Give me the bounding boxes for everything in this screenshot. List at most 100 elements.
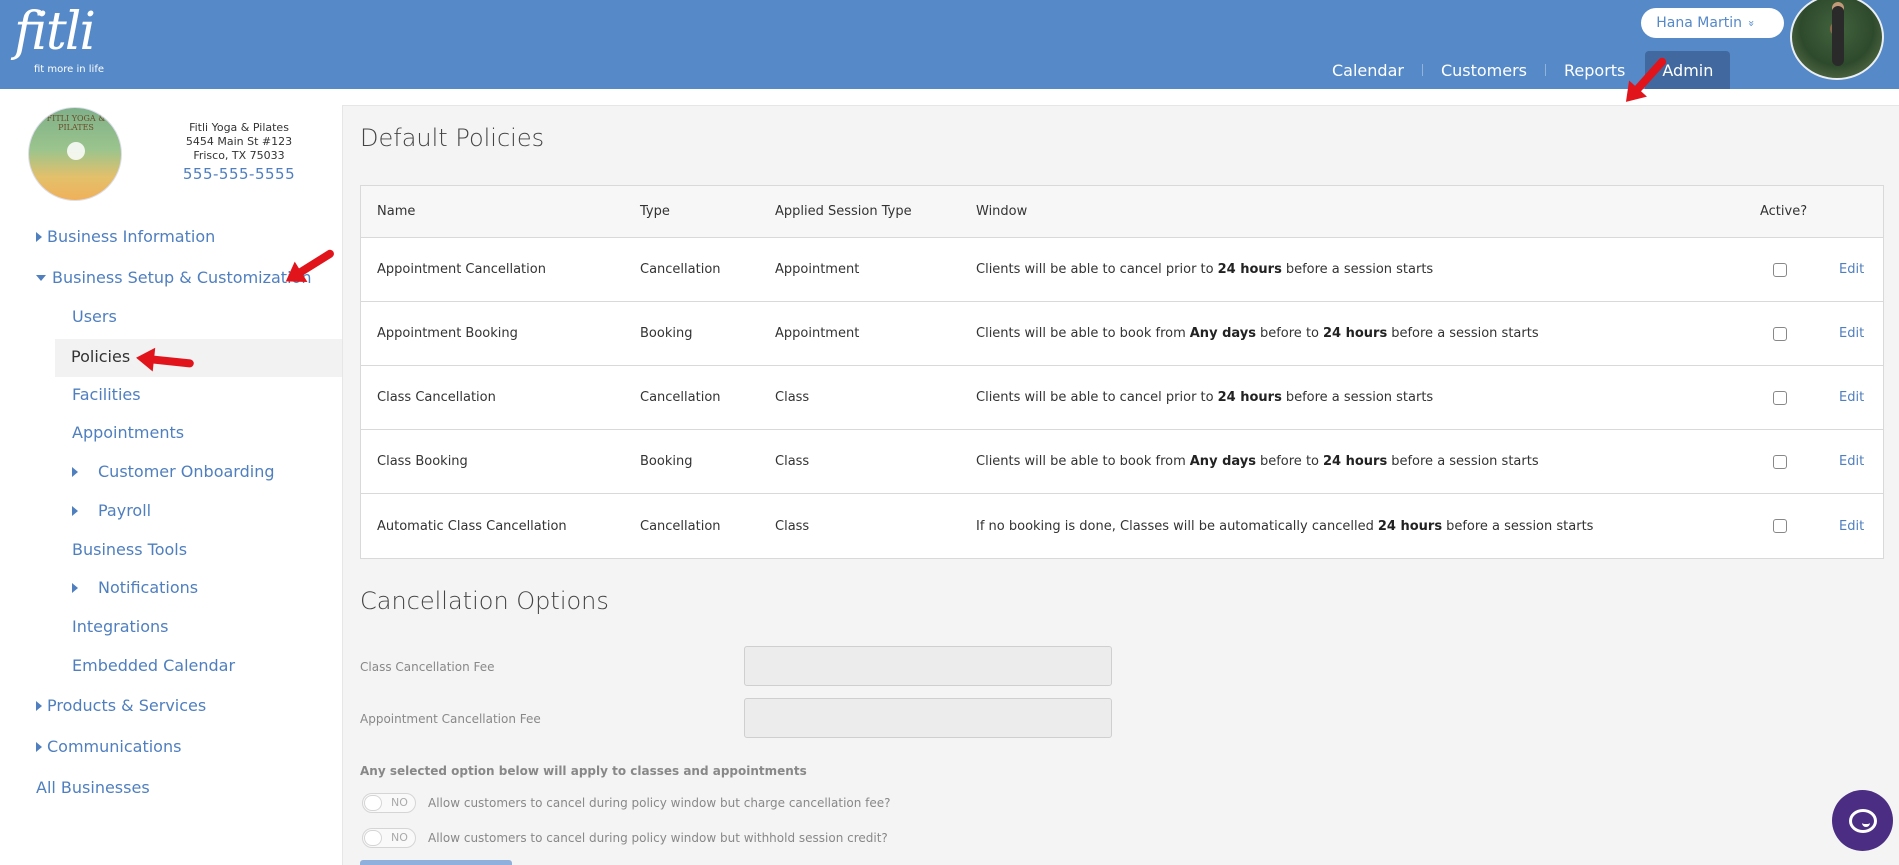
sidebar-item-embedded-calendar[interactable]: Embedded Calendar	[72, 656, 235, 675]
policy-type: Cancellation	[640, 390, 721, 405]
sidebar-item-label: Products & Services	[47, 696, 207, 715]
table-row: Appointment Cancellation Cancellation Ap…	[361, 238, 1883, 302]
business-address-line2: Frisco, TX 75033	[193, 149, 285, 162]
policy-name: Class Booking	[377, 454, 468, 469]
sidebar-item-appointments[interactable]: Appointments	[72, 423, 184, 442]
sidebar-item-integrations[interactable]: Integrations	[72, 617, 169, 636]
policy-window: Clients will be able to book from Any day…	[976, 430, 1539, 493]
caret-right-icon	[72, 505, 78, 516]
active-checkbox[interactable]	[1773, 390, 1787, 405]
edit-link[interactable]: Edit	[1839, 238, 1864, 301]
window-text: before a session starts	[1391, 454, 1539, 469]
toggle-row-charge-fee: NO Allow customers to cancel during poli…	[362, 793, 891, 813]
table-row: Class Cancellation Cancellation Class Cl…	[361, 366, 1883, 430]
save-button[interactable]	[360, 860, 512, 865]
business-phone[interactable]: 555-555-5555	[172, 167, 306, 182]
policy-session-type: Class	[775, 518, 810, 534]
edit-link[interactable]: Edit	[1839, 366, 1864, 429]
sidebar-item-label: Business Information	[47, 227, 216, 246]
main-nav: Calendar Customers Reports Admin	[1314, 51, 1731, 89]
nav-customers[interactable]: Customers	[1423, 51, 1545, 89]
user-menu[interactable]: Hana Martin »	[1641, 8, 1784, 38]
chevron-down-icon: »	[1744, 19, 1758, 27]
window-text: before to	[1259, 326, 1319, 341]
sidebar-item-business-setup[interactable]: Business Setup & Customization	[36, 268, 311, 287]
active-checkbox[interactable]	[1773, 519, 1787, 533]
window-bold: 24 hours	[1323, 326, 1388, 341]
window-text: Clients will be able to book from	[976, 454, 1186, 469]
edit-link[interactable]: Edit	[1839, 302, 1864, 365]
policy-session-type: Class	[775, 454, 810, 469]
col-header-session-type: Applied Session Type	[775, 204, 912, 219]
sidebar-item-customer-onboarding[interactable]: Customer Onboarding	[72, 462, 274, 481]
sidebar-item-business-information[interactable]: Business Information	[36, 227, 215, 246]
sidebar-item-label: Customer Onboarding	[98, 462, 275, 481]
sidebar-item-policies[interactable]: Policies	[55, 339, 342, 377]
business-info: Fitli Yoga & Pilates 5454 Main St #123 F…	[172, 121, 306, 182]
business-logo: FITLI YOGA & PILATES	[28, 107, 122, 201]
policy-type: Cancellation	[640, 262, 721, 277]
toggle-state: NO	[391, 831, 408, 844]
class-fee-label: Class Cancellation Fee	[360, 660, 495, 674]
sidebar-item-products-services[interactable]: Products & Services	[36, 696, 206, 715]
window-bold: 24 hours	[1217, 262, 1282, 277]
policy-session-type: Appointment	[775, 262, 860, 277]
options-note: Any selected option below will apply to …	[360, 764, 807, 778]
policy-window: Clients will be able to cancel prior to 2…	[976, 238, 1433, 301]
toggle-knob	[364, 795, 382, 811]
sidebar-item-label: Notifications	[98, 578, 199, 597]
toggle-state: NO	[391, 796, 408, 809]
edit-link[interactable]: Edit	[1839, 430, 1864, 493]
active-cell	[1760, 238, 1787, 301]
window-text: Clients will be able to cancel prior to	[976, 390, 1214, 405]
sidebar-item-facilities[interactable]: Facilities	[72, 385, 141, 404]
sidebar-item-payroll[interactable]: Payroll	[72, 501, 151, 520]
business-logo-text: FITLI YOGA & PILATES	[46, 114, 106, 132]
active-checkbox[interactable]	[1773, 262, 1787, 277]
sidebar-item-users[interactable]: Users	[72, 307, 117, 326]
sidebar-item-business-tools[interactable]: Business Tools	[72, 540, 187, 559]
policy-session-type: Class	[775, 390, 810, 405]
active-cell	[1760, 430, 1787, 493]
policy-name: Class Cancellation	[377, 390, 496, 405]
caret-right-icon	[36, 741, 42, 752]
table-row: Appointment Booking Booking Appointment …	[361, 302, 1883, 366]
fitli-logo[interactable]: fitli fit more in life	[14, 4, 104, 75]
class-cancellation-fee-input[interactable]	[744, 646, 1112, 686]
avatar[interactable]	[1790, 0, 1884, 80]
window-bold: Any days	[1189, 326, 1256, 341]
chat-button[interactable]	[1832, 790, 1893, 851]
charge-fee-toggle[interactable]: NO	[362, 793, 416, 813]
policy-type: Booking	[640, 326, 693, 341]
appointment-cancellation-fee-input[interactable]	[744, 698, 1112, 738]
window-text: Clients will be able to cancel prior to	[976, 262, 1214, 277]
active-checkbox[interactable]	[1773, 326, 1787, 341]
withhold-credit-toggle[interactable]: NO	[362, 828, 416, 848]
window-text: before a session starts	[1391, 326, 1539, 341]
sidebar-item-label: Business Setup & Customization	[52, 268, 312, 287]
policy-window: Clients will be able to book from Any day…	[976, 302, 1539, 365]
sidebar-item-all-businesses[interactable]: All Businesses	[36, 778, 150, 797]
policy-type: Cancellation	[640, 518, 721, 534]
active-checkbox[interactable]	[1773, 454, 1787, 469]
window-text: Clients will be able to book from	[976, 326, 1186, 341]
appt-fee-label: Appointment Cancellation Fee	[360, 712, 541, 726]
user-name: Hana Martin	[1656, 15, 1742, 31]
caret-right-icon	[36, 231, 42, 242]
table-header: Name Type Applied Session Type Window Ac…	[361, 186, 1883, 238]
nav-calendar[interactable]: Calendar	[1314, 51, 1422, 89]
toggle-row-withhold-credit: NO Allow customers to cancel during poli…	[362, 828, 888, 848]
active-cell	[1760, 366, 1787, 429]
logo-tagline: fit more in life	[34, 64, 105, 75]
col-header-name: Name	[377, 204, 416, 219]
avatar-figure-shape	[1832, 6, 1844, 66]
edit-link[interactable]: Edit	[1839, 494, 1864, 558]
sidebar-item-notifications[interactable]: Notifications	[72, 578, 198, 597]
policy-type: Booking	[640, 454, 693, 469]
active-cell	[1760, 494, 1787, 558]
toggle-knob	[364, 830, 382, 846]
caret-right-icon	[72, 466, 78, 477]
active-cell	[1760, 302, 1787, 365]
sidebar-item-communications[interactable]: Communications	[36, 737, 181, 756]
toggle-label: Allow customers to cancel during policy …	[428, 831, 888, 845]
